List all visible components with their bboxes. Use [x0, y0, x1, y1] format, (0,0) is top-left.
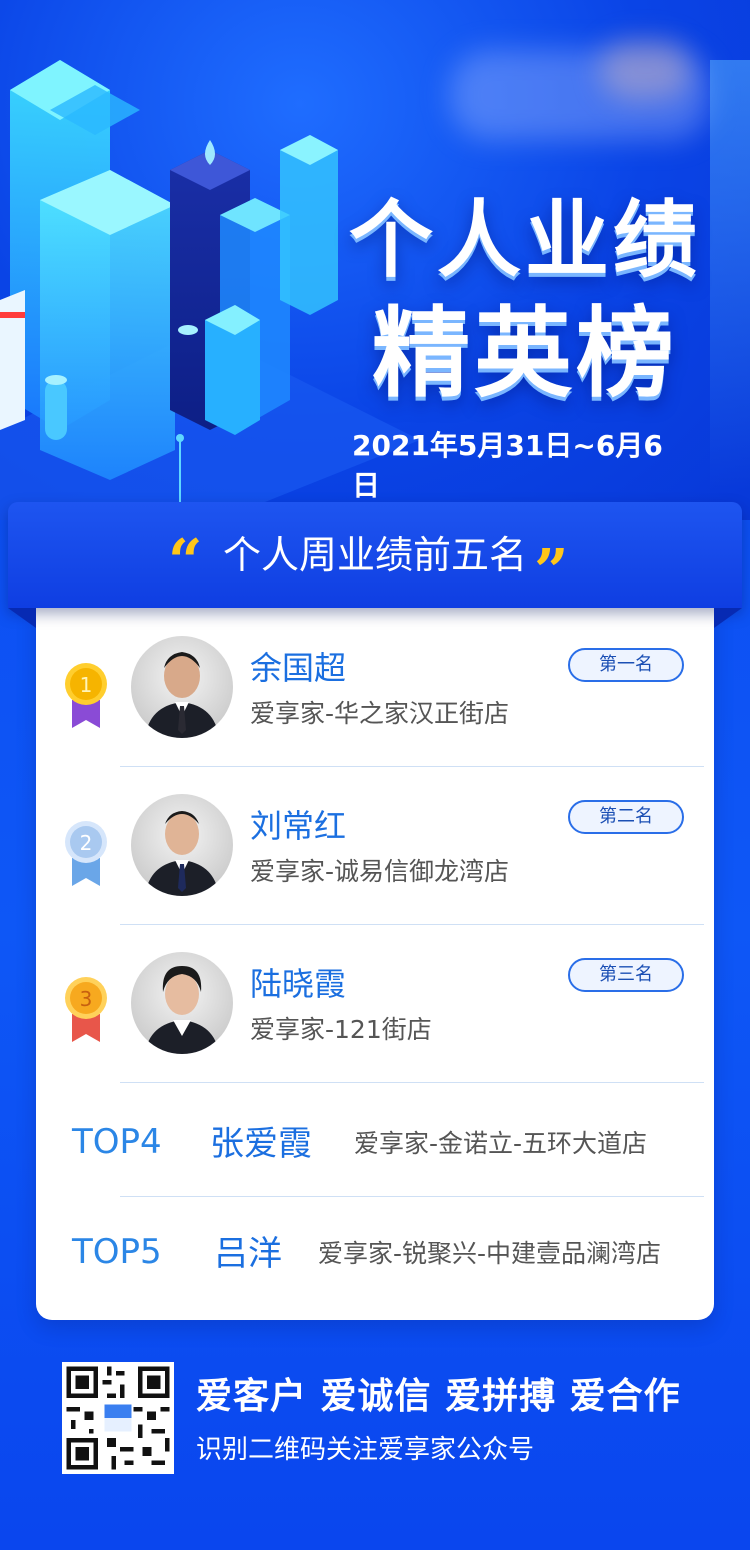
person-name: 余国超 — [250, 649, 347, 687]
section-title: 个人周业绩前五名 — [222, 533, 527, 577]
person-store: 爱享家-华之家汉正街店 — [250, 699, 510, 728]
person-name: 陆晓霞 — [250, 965, 347, 1003]
avatar — [131, 636, 233, 738]
divider — [120, 1196, 704, 1197]
divider — [120, 766, 704, 767]
rank-row-3: 3 陆晓霞 爱享家-121街店 第三名 — [36, 936, 714, 1092]
rank-row-5: TOP5 吕洋 爱享家-锐聚兴-中建壹品澜湾店 — [36, 1230, 714, 1290]
medal-number: 2 — [80, 831, 93, 855]
bronze-medal-icon: 3 — [65, 977, 107, 1042]
hero-title-line2: 精英榜 — [371, 297, 678, 411]
rank-row-4: TOP4 张爱霞 爱享家-金诺立-五环大道店 — [36, 1120, 714, 1180]
rank-badge: 第二名 — [568, 800, 684, 834]
glow-decoration — [710, 60, 750, 490]
person-name: 张爱霞 — [210, 1124, 312, 1164]
rank-badge: 第三名 — [568, 958, 684, 992]
avatar — [131, 952, 233, 1054]
close-quote-mark: ” — [534, 537, 569, 607]
poster: 个人业绩 精英榜 2021年5月31日~6月6日 “ 个人周业绩前五名 ” 1 — [0, 0, 750, 1550]
medal-number: 1 — [80, 673, 93, 697]
qr-code[interactable] — [62, 1362, 174, 1474]
person-store: 爱享家-121街店 — [250, 1015, 432, 1044]
ranking-card: 1 余国超 爱享家-华之家汉正街店 第一名 2 刘常红 爱享家-诚易信御龙湾店 … — [36, 590, 714, 1320]
person-store: 爱享家-锐聚兴-中建壹品澜湾店 — [318, 1239, 662, 1268]
footer-slogan: 爱客户 爱诚信 爱拼搏 爱合作 — [196, 1376, 681, 1417]
gold-medal-icon: 1 — [65, 663, 107, 728]
footer: 爱客户 爱诚信 爱拼搏 爱合作 识别二维码关注爱享家公众号 — [0, 1330, 750, 1550]
rank-badge: 第一名 — [568, 648, 684, 682]
top-label: TOP4 — [72, 1122, 162, 1162]
rank-row-1: 1 余国超 爱享家-华之家汉正街店 第一名 — [36, 620, 714, 776]
person-name: 刘常红 — [250, 807, 347, 845]
date-range: 2021年5月31日~6月6日 — [352, 429, 663, 502]
follow-instruction: 识别二维码关注爱享家公众号 — [196, 1435, 535, 1465]
blurred-logo-accent — [600, 40, 690, 100]
divider — [120, 1082, 704, 1083]
avatar — [131, 794, 233, 896]
section-banner: “ 个人周业绩前五名 ” — [8, 502, 742, 628]
hero-title-line1: 个人业绩 — [348, 191, 701, 289]
rank-row-2: 2 刘常红 爱享家-诚易信御龙湾店 第二名 — [36, 778, 714, 934]
banner-fold-right — [714, 608, 742, 628]
medal-number: 3 — [80, 987, 93, 1011]
silver-medal-icon: 2 — [65, 821, 107, 886]
person-name: 吕洋 — [214, 1234, 282, 1274]
hero-banner: 个人业绩 精英榜 2021年5月31日~6月6日 — [0, 0, 750, 520]
person-store: 爱享家-金诺立-五环大道店 — [354, 1129, 648, 1158]
banner-fold-left — [8, 608, 36, 628]
divider — [120, 924, 704, 925]
person-store: 爱享家-诚易信御龙湾店 — [250, 857, 510, 886]
top-label: TOP5 — [72, 1232, 162, 1272]
